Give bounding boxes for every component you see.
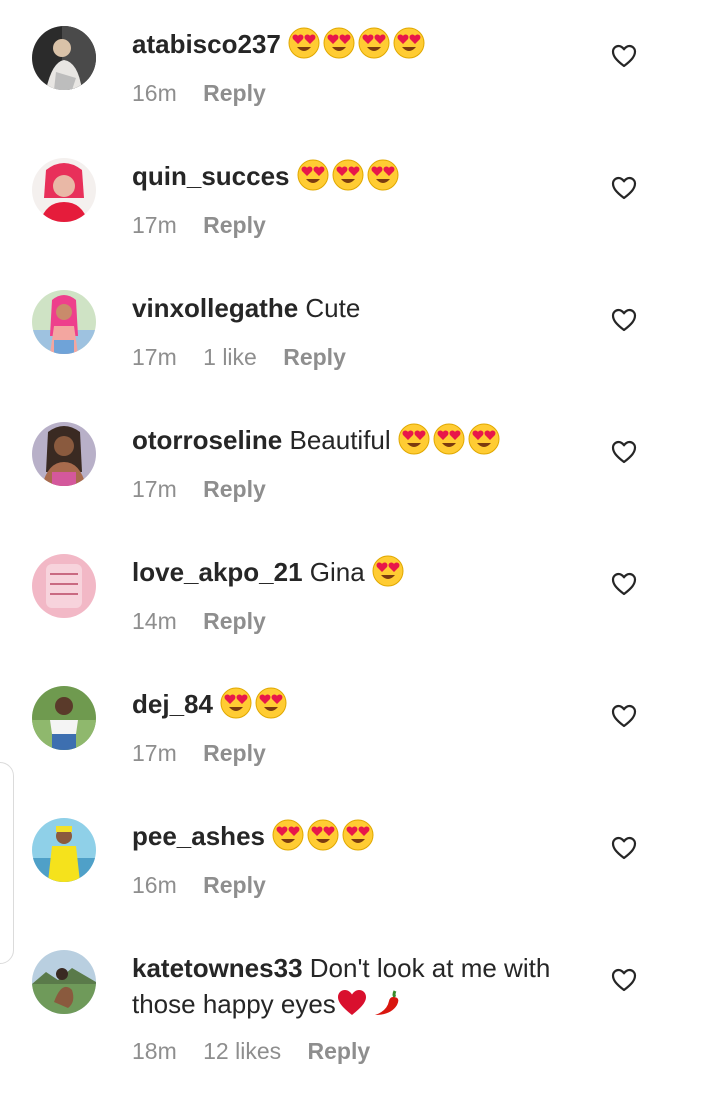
comment-text: dej_84 bbox=[132, 686, 592, 722]
avatar[interactable] bbox=[32, 554, 96, 618]
heart-eyes-emoji bbox=[255, 687, 287, 719]
like-button[interactable] bbox=[610, 966, 638, 994]
heart-outline-icon bbox=[611, 836, 637, 860]
comment-meta: 17m Reply bbox=[132, 738, 286, 768]
avatar[interactable] bbox=[32, 818, 96, 882]
emoji-group bbox=[272, 819, 377, 851]
comment-meta: 18m 12 likes Reply bbox=[132, 1036, 390, 1066]
avatar[interactable] bbox=[32, 950, 96, 1014]
heart-outline-icon bbox=[611, 572, 637, 596]
comment-meta: 16m Reply bbox=[132, 870, 286, 900]
like-button[interactable] bbox=[610, 570, 638, 598]
like-button[interactable] bbox=[610, 42, 638, 70]
heart-eyes-emoji bbox=[307, 819, 339, 851]
heart-eyes-emoji bbox=[358, 27, 390, 59]
heart-outline-icon bbox=[611, 44, 637, 68]
like-count[interactable]: 12 likes bbox=[203, 1038, 281, 1064]
reply-button[interactable]: Reply bbox=[203, 212, 266, 238]
like-button[interactable] bbox=[610, 702, 638, 730]
comment-text: pee_ashes bbox=[132, 818, 592, 854]
comment-body: Cute bbox=[305, 293, 361, 323]
username[interactable]: katetownes33 bbox=[132, 953, 303, 983]
heart-eyes-emoji bbox=[288, 27, 320, 59]
comment-text: katetownes33 Don't look at me with those… bbox=[132, 950, 592, 1022]
heart-eyes-emoji bbox=[272, 819, 304, 851]
like-button[interactable] bbox=[610, 438, 638, 466]
side-edge-handle[interactable] bbox=[0, 762, 14, 964]
reply-button[interactable]: Reply bbox=[203, 740, 266, 766]
heart-eyes-emoji bbox=[220, 687, 252, 719]
comment-text: atabisco237 bbox=[132, 26, 592, 62]
heart-outline-icon bbox=[611, 176, 637, 200]
emoji-group bbox=[220, 687, 290, 719]
emoji-group bbox=[288, 27, 428, 59]
timestamp: 16m bbox=[132, 80, 177, 106]
heart-eyes-emoji bbox=[468, 423, 500, 455]
avatar[interactable] bbox=[32, 158, 96, 222]
like-button[interactable] bbox=[610, 834, 638, 862]
timestamp: 17m bbox=[132, 212, 177, 238]
comment-body: Beautiful bbox=[289, 425, 391, 455]
comment-meta: 14m Reply bbox=[132, 606, 286, 636]
timestamp: 16m bbox=[132, 872, 177, 898]
username[interactable]: atabisco237 bbox=[132, 29, 281, 59]
heart-eyes-emoji bbox=[323, 27, 355, 59]
heart-outline-icon bbox=[611, 704, 637, 728]
comment-meta: 17m Reply bbox=[132, 210, 286, 240]
timestamp: 18m bbox=[132, 1038, 177, 1064]
username[interactable]: otorroseline bbox=[132, 425, 282, 455]
username[interactable]: quin_succes bbox=[132, 161, 290, 191]
heart-outline-icon bbox=[611, 308, 637, 332]
heart-eyes-emoji bbox=[372, 555, 404, 587]
timestamp: 14m bbox=[132, 608, 177, 634]
reply-button[interactable]: Reply bbox=[203, 872, 266, 898]
heart-eyes-emoji bbox=[342, 819, 374, 851]
comment-text: vinxollegathe Cute bbox=[132, 290, 592, 326]
username[interactable]: love_akpo_21 bbox=[132, 557, 303, 587]
reply-button[interactable]: Reply bbox=[203, 476, 266, 502]
like-button[interactable] bbox=[610, 306, 638, 334]
username[interactable]: pee_ashes bbox=[132, 821, 265, 851]
comment-text: love_akpo_21 Gina bbox=[132, 554, 592, 590]
heart-eyes-emoji bbox=[398, 423, 430, 455]
avatar[interactable] bbox=[32, 422, 96, 486]
comments-list: atabisco237 16m Reply quin_succes 17m Re… bbox=[0, 0, 720, 1096]
avatar[interactable] bbox=[32, 686, 96, 750]
heart-eyes-emoji bbox=[393, 27, 425, 59]
emoji-group bbox=[398, 423, 503, 455]
reply-button[interactable]: Reply bbox=[308, 1038, 371, 1064]
emoji-group bbox=[297, 159, 402, 191]
comment-meta: 17m 1 like Reply bbox=[132, 342, 366, 372]
timestamp: 17m bbox=[132, 344, 177, 370]
like-count[interactable]: 1 like bbox=[203, 344, 257, 370]
heart-eyes-emoji bbox=[297, 159, 329, 191]
heart-eyes-emoji bbox=[367, 159, 399, 191]
timestamp: 17m bbox=[132, 740, 177, 766]
reply-button[interactable]: Reply bbox=[283, 344, 346, 370]
emoji-group bbox=[372, 555, 407, 587]
heart-eyes-emoji bbox=[332, 159, 364, 191]
heart-outline-icon bbox=[611, 968, 637, 992]
heart-eyes-emoji bbox=[433, 423, 465, 455]
red-heart-emoji bbox=[336, 987, 368, 1019]
emoji-group bbox=[336, 989, 406, 1019]
like-button[interactable] bbox=[610, 174, 638, 202]
comment-meta: 17m Reply bbox=[132, 474, 286, 504]
comment-text: otorroseline Beautiful bbox=[132, 422, 592, 458]
comment-text: quin_succes bbox=[132, 158, 592, 194]
avatar[interactable] bbox=[32, 26, 96, 90]
hot-pepper-emoji bbox=[371, 987, 403, 1019]
comment-meta: 16m Reply bbox=[132, 78, 286, 108]
reply-button[interactable]: Reply bbox=[203, 80, 266, 106]
timestamp: 17m bbox=[132, 476, 177, 502]
reply-button[interactable]: Reply bbox=[203, 608, 266, 634]
username[interactable]: dej_84 bbox=[132, 689, 213, 719]
heart-outline-icon bbox=[611, 440, 637, 464]
comment-body: Gina bbox=[309, 557, 365, 587]
avatar[interactable] bbox=[32, 290, 96, 354]
username[interactable]: vinxollegathe bbox=[132, 293, 298, 323]
